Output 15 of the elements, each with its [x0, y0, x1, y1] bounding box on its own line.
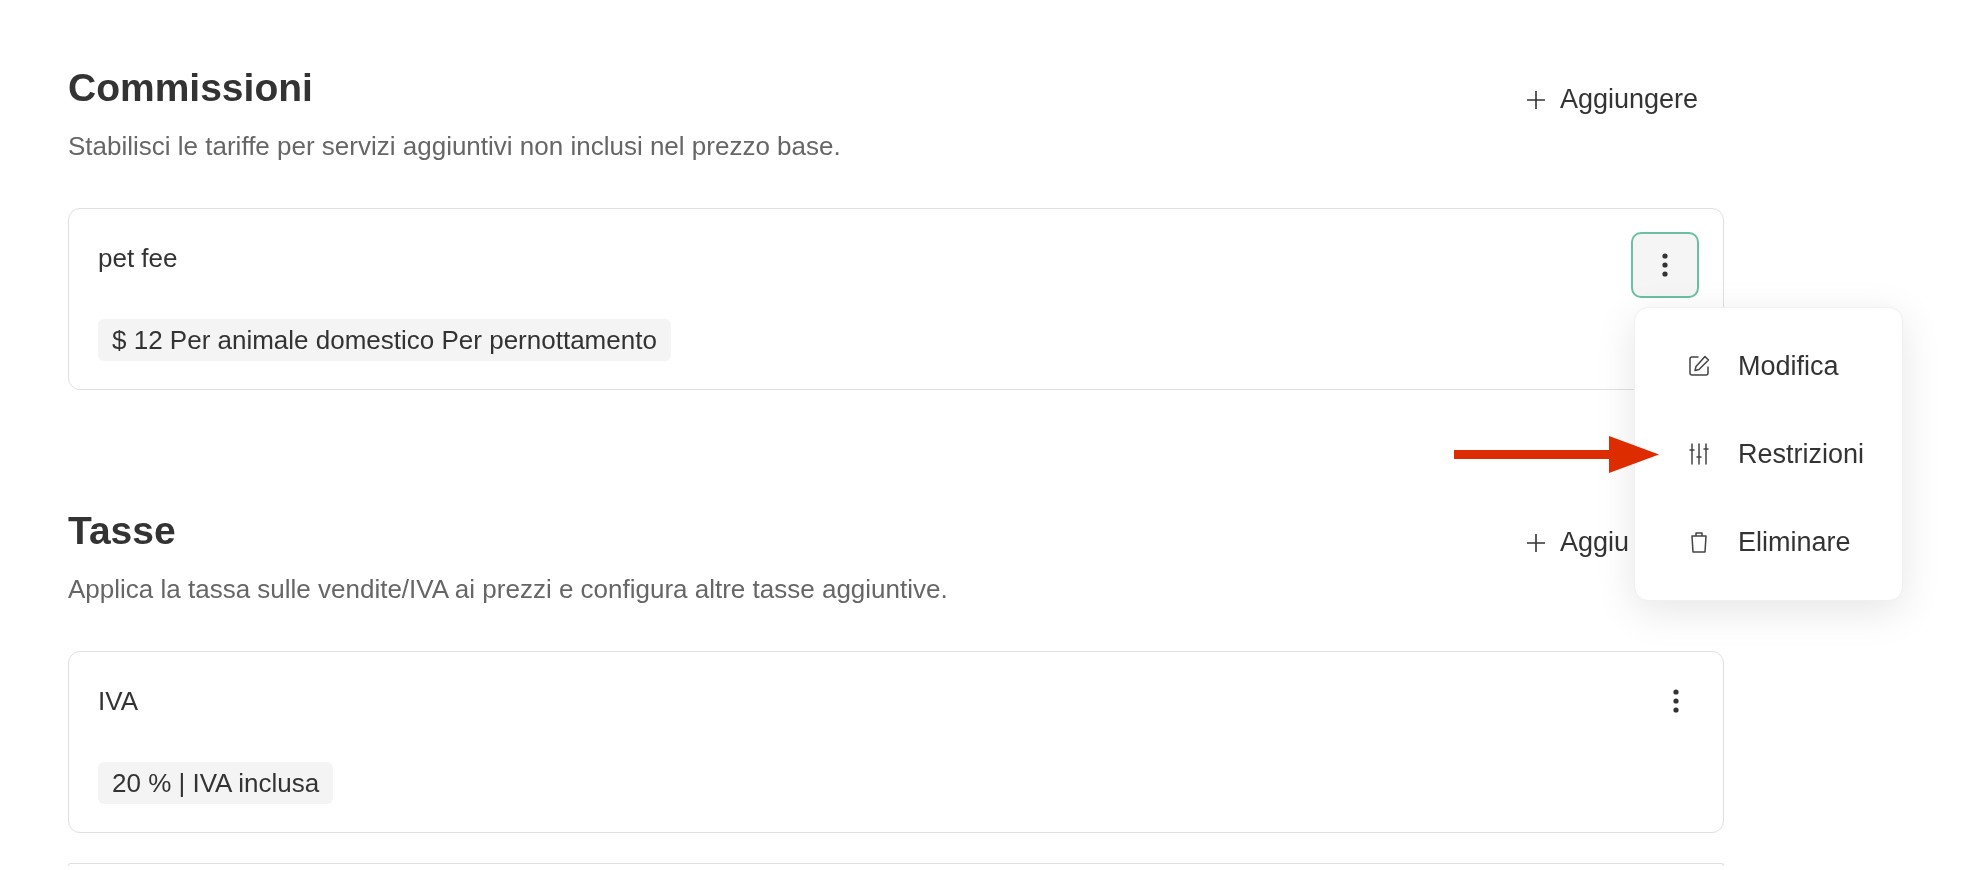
section-description: Applica la tassa sulle vendite/IVA ai prezzi e configura altre tasse aggiuntive. — [68, 573, 948, 606]
price-tag: 20 % | IVA inclusa — [98, 762, 334, 804]
edit-icon — [1687, 354, 1711, 378]
menu-item[interactable]: Modifica — [1635, 322, 1902, 410]
more-icon — [1673, 689, 1679, 713]
item-name: IVA — [98, 685, 138, 718]
price-tag: $ 12 Per animale domestico Per pernottamento — [98, 319, 671, 361]
item-name: pet fee — [98, 242, 178, 275]
section-title: Tasse — [68, 508, 177, 554]
section-description: Stabilisci le tariffe per servizi aggiuntivi non inclusi nel prezzo base. — [68, 130, 841, 163]
add-button[interactable]: Aggiungere — [1524, 80, 1700, 119]
menu-item[interactable]: Restrizioni — [1635, 410, 1902, 498]
more-icon — [1662, 253, 1668, 277]
sliders-icon — [1687, 442, 1711, 466]
section-title: Commissioni — [68, 65, 314, 111]
